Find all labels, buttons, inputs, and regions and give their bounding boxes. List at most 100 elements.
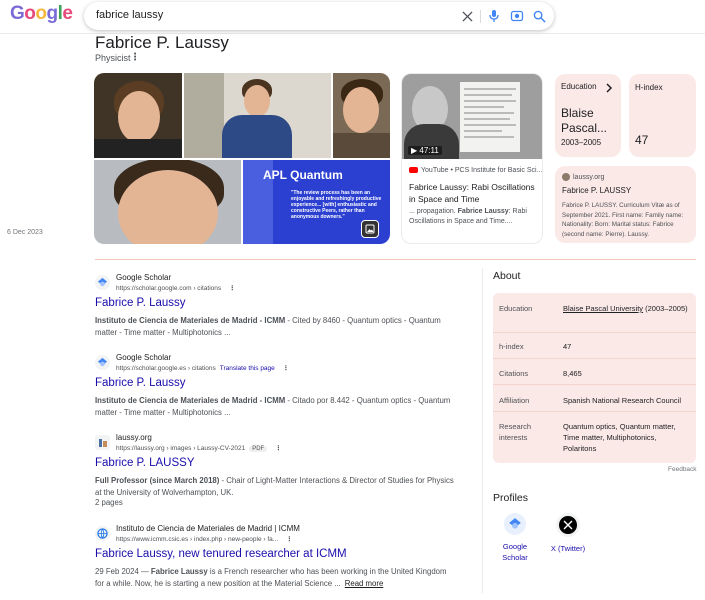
clear-icon[interactable] <box>458 7 476 25</box>
thumb-line <box>464 88 516 90</box>
photo-shirt <box>94 139 182 158</box>
result-title[interactable]: Fabrice P. Laussy <box>95 297 186 309</box>
photo-wall <box>184 73 224 158</box>
x-twitter-icon <box>556 513 580 537</box>
pdf-badge: PDF <box>249 446 268 452</box>
profile-label: Google Scholar <box>502 542 528 562</box>
search-input[interactable]: fabrice laussy <box>96 9 163 21</box>
google-scholar-icon <box>504 513 526 535</box>
result-url: https://scholar.google.es › citations Tra… <box>116 364 289 372</box>
result-site: Google Scholar <box>116 273 172 282</box>
about-value: 8,465 <box>563 369 582 378</box>
about-row-affiliation: Affiliation Spanish National Research Co… <box>493 384 696 411</box>
about-key: Affiliation <box>499 396 530 405</box>
result-url-text: https://laussy.org › images › Laussy-CV-… <box>116 445 246 452</box>
thumb-line <box>464 130 502 132</box>
hindex-card[interactable]: H-index 47 <box>629 74 696 157</box>
education-link[interactable]: Blaise Pascal University <box>563 304 643 313</box>
top-bar: Google fabrice laussy <box>0 0 705 34</box>
search-result: Google Scholar https://scholar.google.co… <box>95 273 465 343</box>
result-options-icon[interactable]: ⋮ <box>275 445 282 452</box>
education-card-years: 2003–2005 <box>561 138 602 147</box>
profile-x-twitter[interactable]: X (Twitter) <box>543 513 593 554</box>
result-options-icon[interactable]: ⋮ <box>286 536 293 543</box>
education-years: (2003–2005) <box>643 304 688 313</box>
google-scholar-favicon <box>95 355 110 370</box>
read-more-link[interactable]: Read more <box>345 579 384 588</box>
more-options-icon[interactable]: ⋮ <box>130 52 140 63</box>
about-value: Spanish National Research Council <box>563 396 681 405</box>
result-url: https://scholar.google.com › citations ⋮ <box>116 284 236 292</box>
video-duration: ▶ 47:11 <box>408 146 442 155</box>
thumb-line <box>464 106 504 108</box>
translate-link[interactable]: Translate this page <box>220 365 275 372</box>
photo-tile[interactable] <box>94 160 241 244</box>
snippet-bold: Full Professor (since March 2018) <box>95 476 220 485</box>
photo-tile[interactable] <box>94 73 182 158</box>
section-separator <box>95 259 696 260</box>
feedback-link[interactable]: Feedback <box>668 466 697 473</box>
image-grid[interactable]: APL Quantum "The review process has been… <box>94 73 390 244</box>
source-title[interactable]: Fabrice P. LAUSSY <box>562 186 631 195</box>
google-scholar-favicon <box>95 275 110 290</box>
entity-title: Fabrice P. Laussy <box>95 33 229 52</box>
google-logo[interactable]: Google <box>10 3 73 25</box>
source-card[interactable]: laussy.org Fabrice P. LAUSSY Fabrice P. … <box>555 166 696 243</box>
icmm-favicon <box>95 526 110 541</box>
search-result: Instituto de Ciencia de Materiales de Ma… <box>95 524 465 594</box>
about-row-education: Education Blaise Pascal University (2003… <box>493 293 696 332</box>
duration-text: 47:11 <box>419 146 439 155</box>
about-table: Education Blaise Pascal University (2003… <box>493 293 696 463</box>
about-key: Citations <box>499 369 529 378</box>
photo-tile[interactable] <box>184 73 331 158</box>
profile-label: X (Twitter) <box>550 544 586 553</box>
result-title[interactable]: Fabrice P. LAUSSY <box>95 457 195 469</box>
education-card[interactable]: Education Blaise Pascal... 2003–2005 <box>555 74 621 157</box>
photo-tile[interactable] <box>333 73 390 158</box>
apl-title: APL Quantum <box>263 168 343 182</box>
profile-google-scholar[interactable]: Google Scholar <box>490 513 540 563</box>
about-row-hindex: h-index 47 <box>493 332 696 358</box>
thumb-line <box>464 112 514 114</box>
about-heading: About <box>493 270 521 282</box>
result-title[interactable]: Fabrice P. Laussy <box>95 377 186 389</box>
search-icon[interactable] <box>530 7 548 25</box>
video-thumbnail[interactable]: ▶ 47:11 <box>402 74 542 159</box>
search-divider <box>480 10 481 23</box>
education-card-value: Blaise Pascal... <box>561 106 608 135</box>
snippet-bold: Instituto de Ciencia de Materiales de Ma… <box>95 316 286 325</box>
chevron-right-icon[interactable] <box>605 80 613 98</box>
video-card[interactable]: ▶ 47:11 YouTube • PCS Institute for Basi… <box>401 73 543 244</box>
result-pages: 2 pages <box>95 498 123 507</box>
image-gallery-icon[interactable] <box>361 220 379 238</box>
result-site: Instituto de Ciencia de Materiales de Ma… <box>116 524 300 533</box>
snippet-bold: Fabrice Laussy <box>150 567 208 576</box>
result-title[interactable]: Fabrice Laussy, new tenured researcher a… <box>95 548 347 560</box>
result-site: Google Scholar <box>116 353 172 362</box>
result-options-icon[interactable]: ⋮ <box>229 285 236 292</box>
about-key: Education <box>499 304 533 313</box>
column-divider <box>482 268 483 593</box>
youtube-icon <box>409 167 418 174</box>
result-url: https://www.icmm.csic.es › index.php › n… <box>116 535 293 543</box>
search-box[interactable]: fabrice laussy <box>84 2 554 30</box>
thumb-line <box>464 100 516 102</box>
result-options-icon[interactable]: ⋮ <box>283 365 290 372</box>
snippet-prefix: ... propagation. <box>409 208 458 215</box>
about-value: Quantum optics, Quantum matter, Time mat… <box>563 422 676 453</box>
thumb-line <box>464 118 510 120</box>
lens-camera-icon[interactable] <box>508 7 526 25</box>
about-row-research: Research interests Quantum optics, Quant… <box>493 411 696 463</box>
search-result: laussy.org https://laussy.org › images ›… <box>95 433 465 513</box>
photo-face <box>244 85 270 117</box>
video-title[interactable]: Fabrice Laussy: Rabi Oscillations in Spa… <box>409 181 539 205</box>
photo-tile[interactable]: APL Quantum "The review process has been… <box>243 160 390 244</box>
result-snippet: 29 Feb 2024 — Fabrice Laussy is a French… <box>95 566 450 590</box>
hindex-card-value: 47 <box>635 133 649 147</box>
result-date: 29 Feb 2024 — <box>95 567 151 576</box>
about-value: 47 <box>563 342 572 351</box>
microphone-icon[interactable] <box>485 7 503 25</box>
laussy-favicon <box>95 435 110 450</box>
result-url-text: https://scholar.google.es › citations <box>116 365 216 372</box>
about-value: Blaise Pascal University (2003–2005) <box>563 303 691 314</box>
